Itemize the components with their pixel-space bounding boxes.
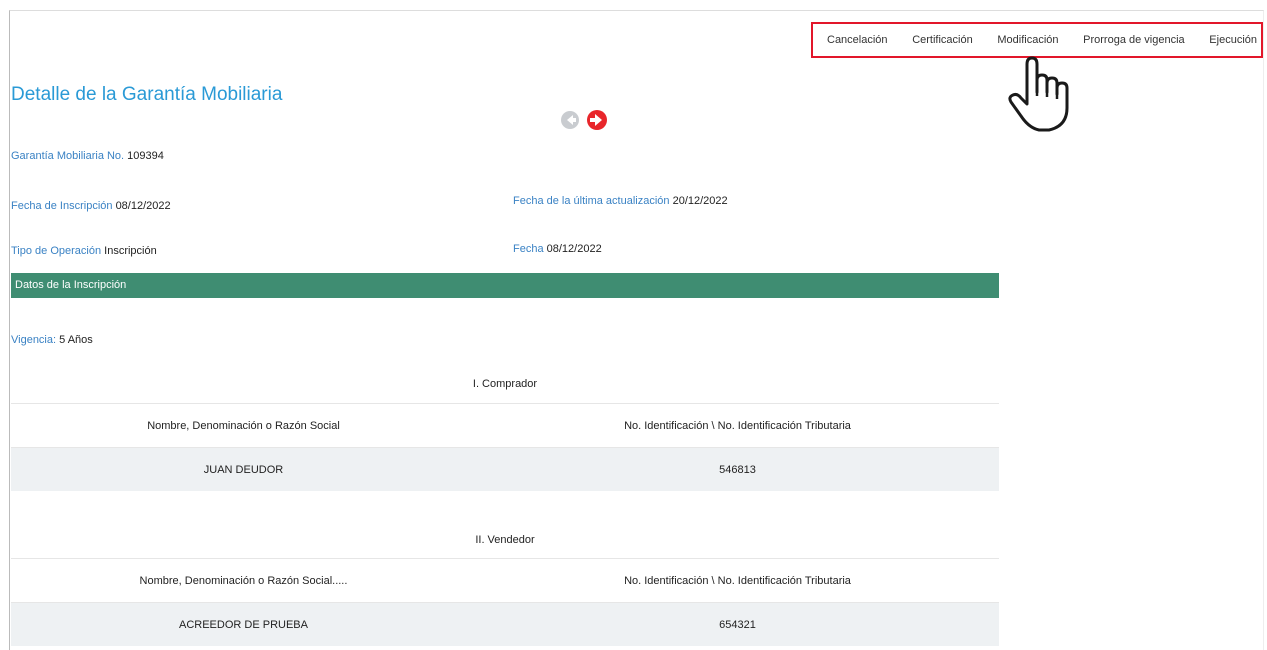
- vendedor-table: Nombre, Denominación o Razón Social.....…: [11, 558, 999, 646]
- garantia-value: 109394: [127, 150, 164, 162]
- menu-ejecucion[interactable]: Ejecución: [1209, 34, 1257, 46]
- section-header: Datos de la Inscripción: [11, 273, 999, 298]
- column-header: Nombre, Denominación o Razón Social.....: [139, 574, 348, 587]
- vigencia-label: Vigencia:: [11, 334, 57, 346]
- fecha-field: Fecha 08/12/2022: [513, 243, 602, 255]
- column-header: No. Identificación \ No. Identificación …: [624, 574, 851, 587]
- vigencia-field: Vigencia: 5 Años: [11, 334, 93, 346]
- fecha-actualizacion-label: Fecha de la última actualización: [513, 195, 670, 207]
- tipo-operacion-value: Inscripción: [104, 245, 157, 257]
- fecha-inscripcion-field: Fecha de Inscripción 08/12/2022: [11, 200, 171, 212]
- vendedor-title: II. Vendedor: [475, 534, 535, 546]
- fecha-actualizacion-field: Fecha de la última actualización 20/12/2…: [513, 195, 728, 207]
- table-header-row: Nombre, Denominación o Razón Social No. …: [11, 403, 999, 447]
- table-cell: JUAN DEUDOR: [203, 463, 284, 476]
- page-title: Detalle de la Garantía Mobiliaria: [11, 84, 283, 105]
- menu-prorroga-vigencia[interactable]: Prorroga de vigencia: [1083, 34, 1185, 46]
- record-pager: [561, 110, 607, 130]
- fecha-inscripcion-label: Fecha de Inscripción: [11, 200, 113, 212]
- table-cell: 546813: [719, 463, 756, 476]
- garantia-field: Garantía Mobiliaria No. 109394: [11, 150, 164, 162]
- prev-record-button[interactable]: [561, 111, 579, 129]
- garantia-label: Garantía Mobiliaria No.: [11, 150, 125, 162]
- menu-cancelacion[interactable]: Cancelación: [827, 34, 888, 46]
- hand-pointer-icon: [1008, 56, 1069, 132]
- fecha-value: 08/12/2022: [546, 243, 602, 255]
- table-row: JUAN DEUDOR 546813: [11, 447, 999, 491]
- menu-certificacion[interactable]: Certificación: [912, 34, 973, 46]
- table-cell: 654321: [719, 618, 756, 631]
- table-row: ACREEDOR DE PRUEBA 654321: [11, 602, 999, 646]
- table-header-row: Nombre, Denominación o Razón Social.....…: [11, 558, 999, 602]
- fecha-actualizacion-value: 20/12/2022: [672, 195, 728, 207]
- tipo-operacion-label: Tipo de Operación: [11, 245, 102, 257]
- column-header: No. Identificación \ No. Identificación …: [624, 419, 851, 432]
- next-record-button[interactable]: [587, 110, 607, 130]
- table-cell: ACREEDOR DE PRUEBA: [179, 618, 308, 631]
- tipo-operacion-field: Tipo de Operación Inscripción: [11, 245, 157, 257]
- fecha-label: Fecha: [513, 243, 544, 255]
- page-frame: [9, 10, 1264, 650]
- comprador-title: I. Comprador: [472, 378, 538, 390]
- menu-modificacion[interactable]: Modificación: [997, 34, 1058, 46]
- column-header: Nombre, Denominación o Razón Social: [147, 419, 340, 432]
- vigencia-value: 5 Años: [59, 334, 93, 346]
- comprador-table: Nombre, Denominación o Razón Social No. …: [11, 403, 999, 491]
- fecha-inscripcion-value: 08/12/2022: [115, 200, 171, 212]
